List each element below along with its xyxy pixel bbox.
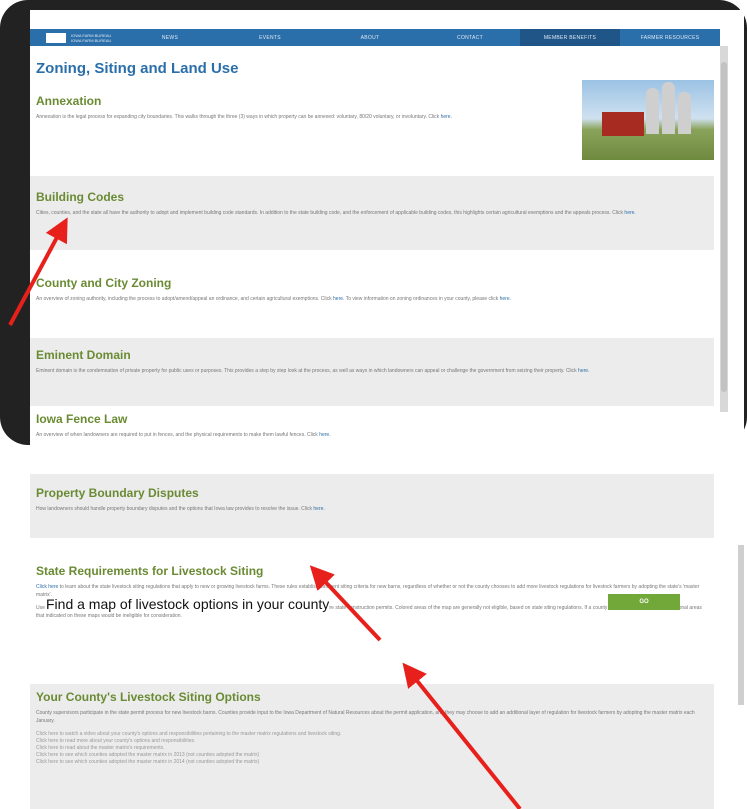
section-livestock-siting: State Requirements for Livestock Siting … [30,558,714,678]
county-options-link-2013[interactable]: Click here to see which counties adopted… [36,752,708,759]
logo-brand-line: IOWA FARM BUREAU [71,32,112,38]
page-title: Zoning, Siting and Land Use [36,60,239,77]
nav-contact[interactable]: CONTACT [420,29,520,46]
farm-photo [582,80,714,160]
boundary-body: How landowners should handle property bo… [36,506,325,512]
livestock-siting-title: State Requirements for Livestock Siting [36,564,264,578]
annexation-title: Annexation [36,94,102,108]
county-options-title: Your County's Livestock Siting Options [36,690,261,704]
livestock-siting-link[interactable]: Click here [36,584,58,590]
section-eminent-domain: Eminent Domain Eminent domain is the con… [30,338,714,406]
fence-law-title: Iowa Fence Law [36,412,128,426]
nav-events[interactable]: EVENTS [220,29,320,46]
nav-about[interactable]: ABOUT [320,29,420,46]
barn-shape [602,112,644,136]
logo-brand-line-2: IOWA FARM BUREAU [71,37,112,43]
nav-news[interactable]: NEWS [120,29,220,46]
county-options-link-read-options[interactable]: Click here to read more about your count… [36,738,708,745]
county-options-link-video[interactable]: Click here to watch a video about your c… [36,731,708,738]
main-content: Zoning, Siting and Land Use Annexation A… [30,46,714,809]
county-zoning-link-2[interactable]: here. [500,296,511,302]
building-codes-link[interactable]: here. [624,210,635,216]
section-annexation: Annexation Annexation is the legal proce… [30,88,570,127]
section-iowa-fence-law: Iowa Fence Law An overview of when lando… [30,408,714,468]
eminent-domain-link[interactable]: here. [578,368,589,374]
county-options-link-2014[interactable]: Click here to see which counties adopted… [36,759,708,766]
callout-text: Find a map of livestock options in your … [46,596,330,612]
section-property-boundary: Property Boundary Disputes How landowner… [30,474,714,538]
building-codes-body: Cities, counties, and the state all have… [36,210,636,216]
county-zoning-title: County and City Zoning [36,276,172,290]
section-county-livestock-options: Your County's Livestock Siting Options C… [30,684,714,809]
section-building-codes: Building Codes Cities, counties, and the… [30,176,714,250]
fence-law-link[interactable]: here. [319,432,330,438]
boundary-title: Property Boundary Disputes [36,486,199,500]
county-options-body: County supervisors participate in the st… [36,710,695,724]
county-options-link-requirements[interactable]: Click here to read about the master matr… [36,745,708,752]
boundary-link[interactable]: here. [313,506,324,512]
scrollbar-thumb[interactable] [721,62,727,392]
building-codes-title: Building Codes [36,190,124,204]
go-button[interactable]: GO [608,594,680,610]
annexation-body: Annexation is the legal process for expa… [36,114,452,120]
nav-member-benefits[interactable]: MEMBER BENEFITS [520,29,620,46]
page-scrollbar[interactable] [738,545,744,705]
top-navigation-bar: IOWA FARM BUREAU IOWA FARM BUREAU NEWS E… [30,29,720,46]
logo-mark-icon [46,32,66,43]
silo-shape [646,88,659,134]
farm-bureau-logo[interactable]: IOWA FARM BUREAU IOWA FARM BUREAU [30,29,120,46]
nav-farmer-resources[interactable]: FARMER RESOURCES [620,29,720,46]
silo-shape-2 [662,82,675,134]
silo-shape-3 [678,92,691,134]
eminent-domain-body: Eminent domain is the condemnation of pr… [36,368,590,374]
county-zoning-body: An overview of zoning authority, includi… [36,296,512,302]
county-zoning-link[interactable]: here. [333,296,344,302]
eminent-domain-title: Eminent Domain [36,348,131,362]
annexation-link[interactable]: here. [441,114,452,120]
section-county-city-zoning: County and City Zoning An overview of zo… [30,266,714,336]
fence-law-body: An overview of when landowners are requi… [36,432,331,438]
